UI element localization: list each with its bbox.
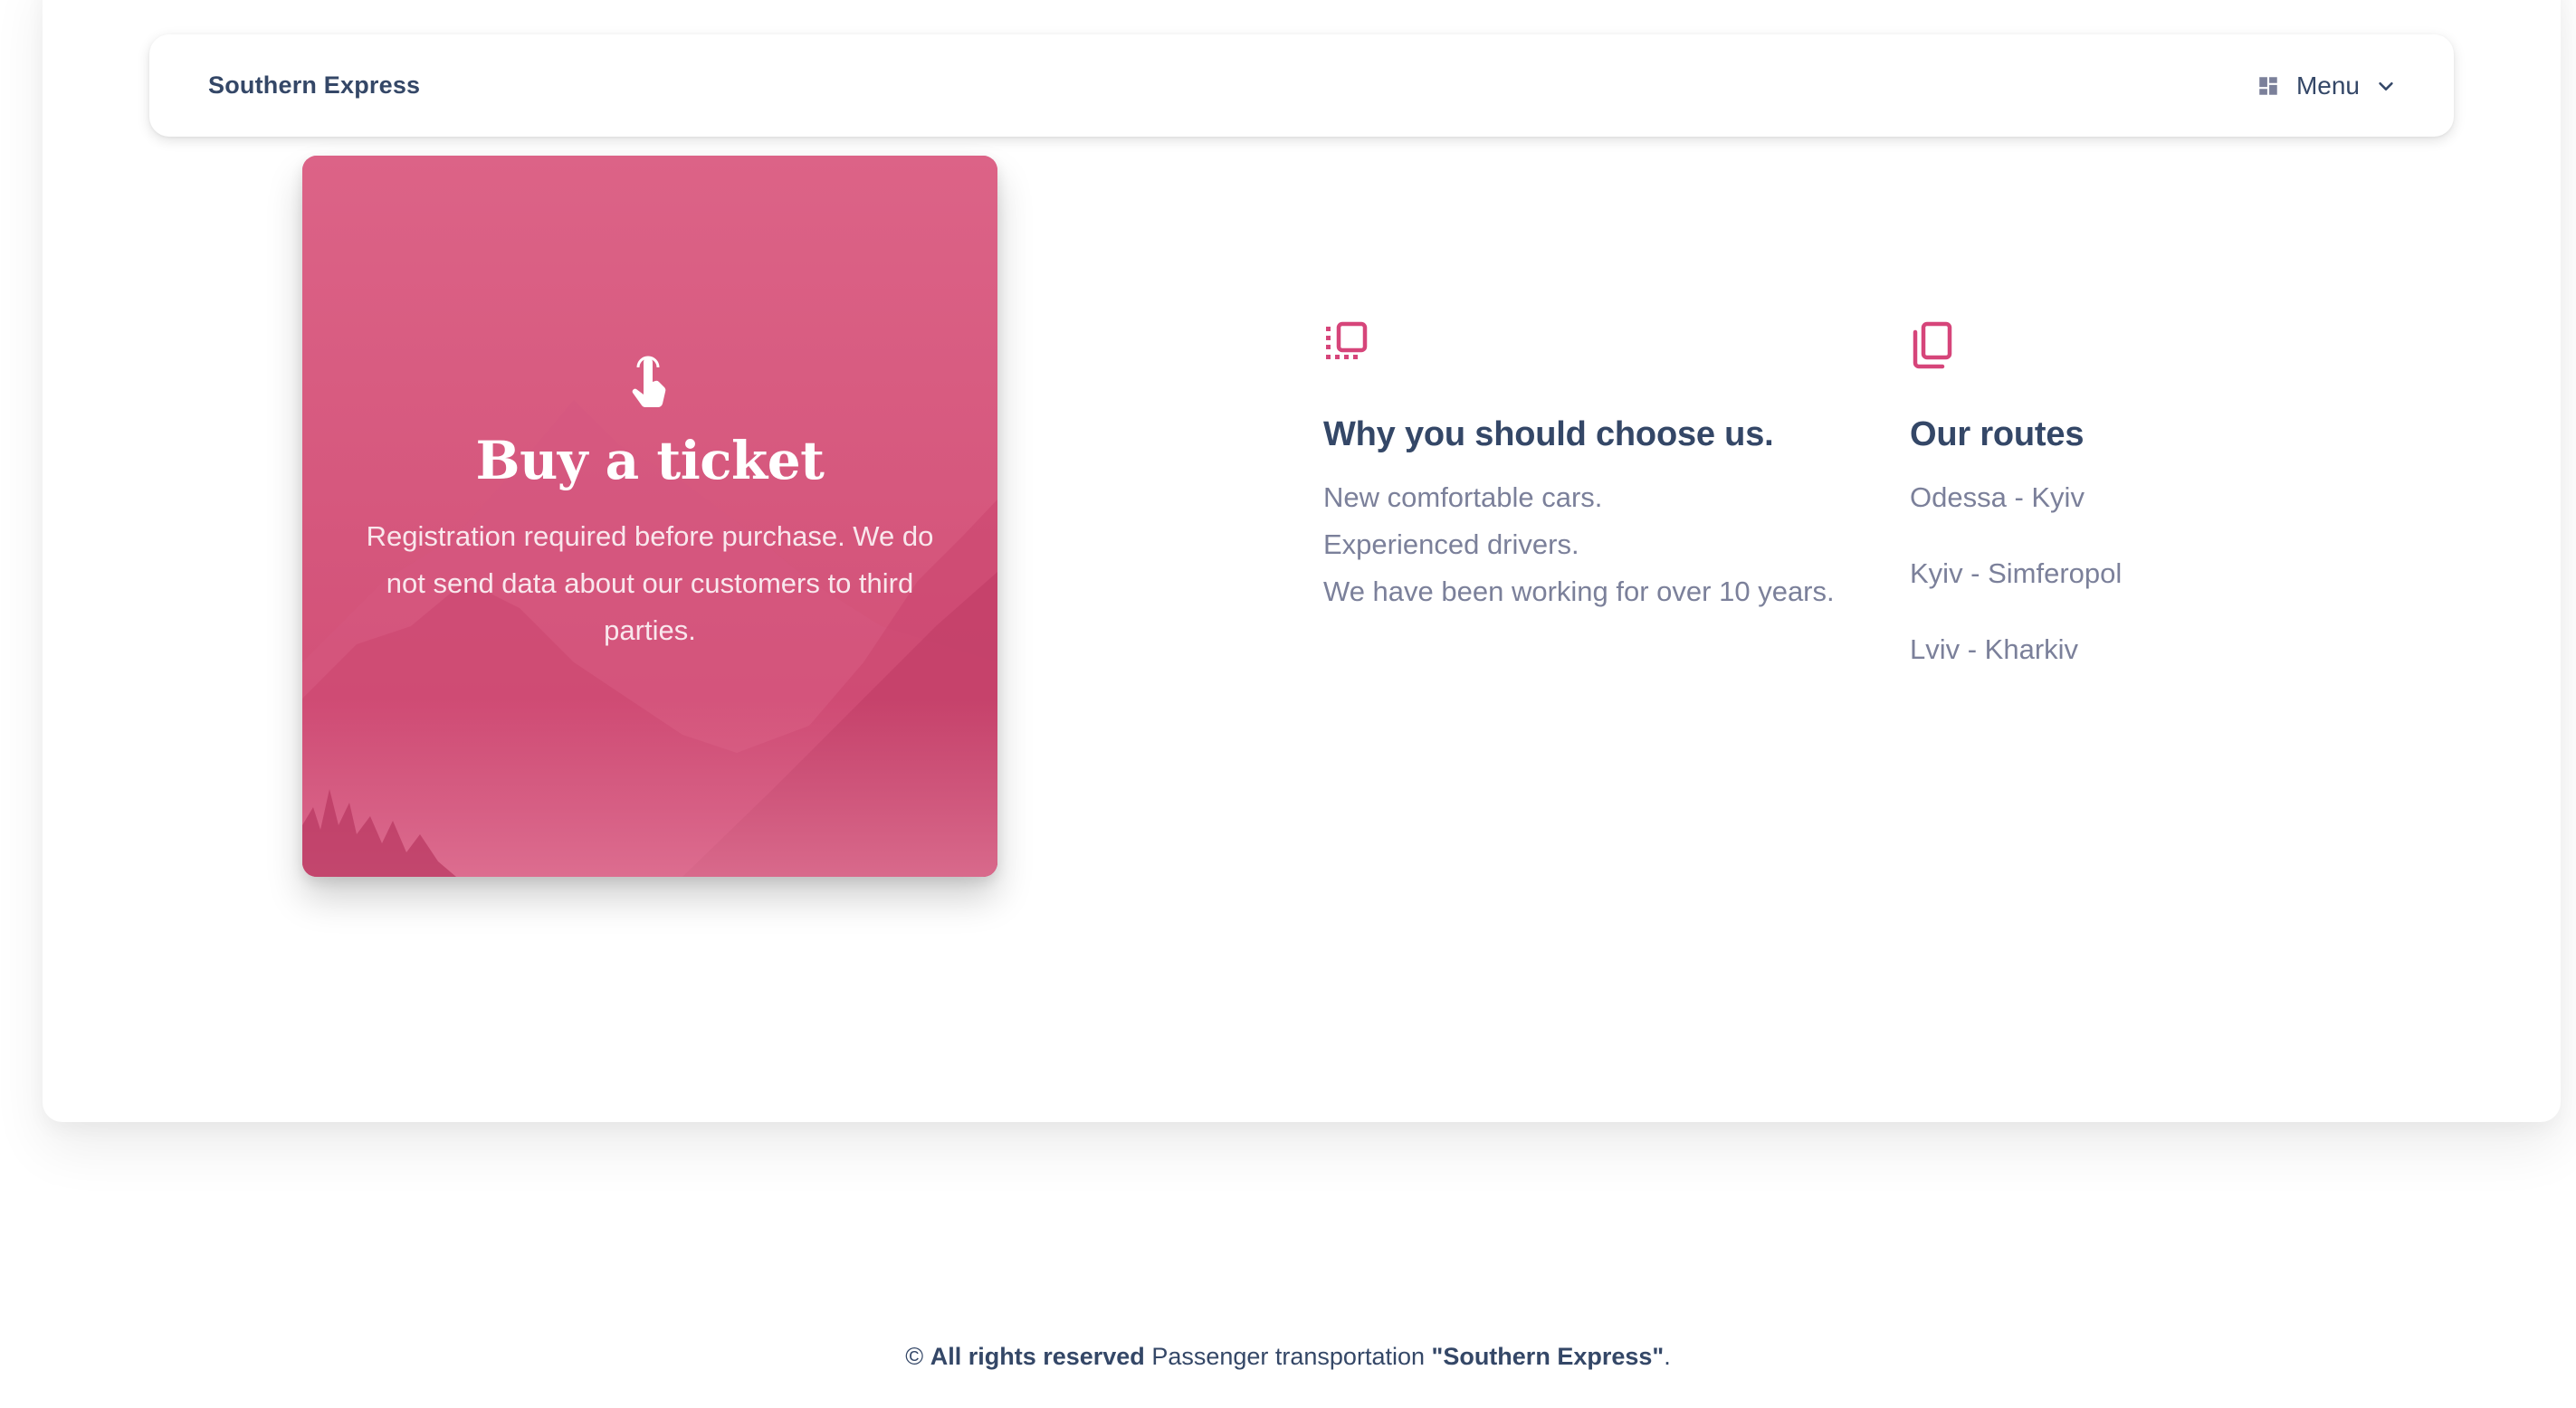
feature-line: Experienced drivers. <box>1323 528 1579 560</box>
feature-line: We have been working for over 10 years. <box>1323 576 1835 607</box>
menu-dropdown-button[interactable]: Menu <box>2256 71 2396 100</box>
collections-icon <box>1323 321 1835 372</box>
chevron-down-icon <box>2376 76 2396 96</box>
ticket-card-description: Registration required before purchase. W… <box>366 519 934 646</box>
copyright-symbol: © <box>905 1343 924 1370</box>
footer: © All rights reserved Passenger transpor… <box>0 1343 2576 1371</box>
feature-title: Why you should choose us. <box>1323 415 1774 453</box>
menu-label: Menu <box>2295 71 2360 100</box>
feature-our-routes: Our routes Odessa - Kyiv Kyiv - Simferop… <box>1910 321 2122 702</box>
ticket-card-title: Buy a ticket <box>475 430 825 491</box>
feature-line: New comfortable cars. <box>1323 481 1603 513</box>
navbar: Southern Express Menu <box>149 34 2454 137</box>
copy-pages-icon <box>1910 321 2122 372</box>
route-item: Odessa - Kyiv <box>1910 481 2085 513</box>
footer-text: Passenger transportation <box>1151 1343 1425 1370</box>
buy-ticket-card[interactable]: Buy a ticket Registration required befor… <box>302 156 997 877</box>
footer-suffix: . <box>1664 1343 1671 1370</box>
route-item: Kyiv - Simferopol <box>1910 557 2123 589</box>
footer-company: "Southern Express" <box>1431 1343 1665 1370</box>
route-item: Lviv - Kharkiv <box>1910 633 2079 665</box>
touch-app-icon <box>630 355 670 414</box>
brand-logo-text[interactable]: Southern Express <box>208 71 420 100</box>
feature-why-choose-us: Why you should choose us. New comfortabl… <box>1323 321 1835 615</box>
dashboard-grid-icon <box>2256 74 2280 98</box>
footer-rights: All rights reserved <box>930 1343 1145 1370</box>
feature-title: Our routes <box>1910 415 2085 453</box>
